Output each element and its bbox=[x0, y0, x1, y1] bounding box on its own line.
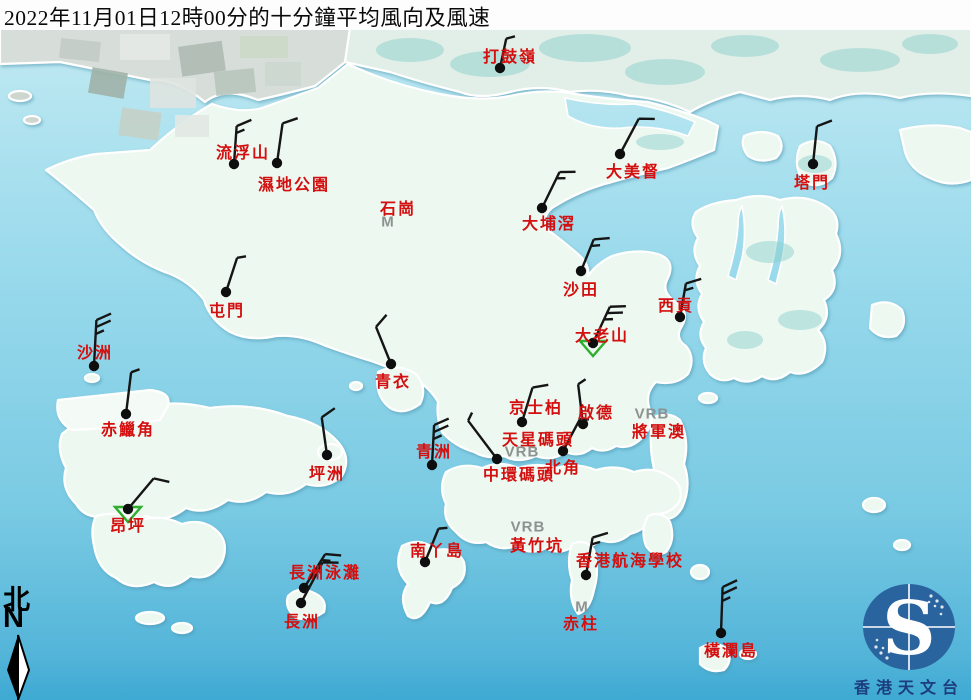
compass-needle-icon bbox=[4, 634, 32, 700]
svg-text:S: S bbox=[882, 586, 935, 672]
station-label-ta-kwu-ling: 打鼓嶺 bbox=[483, 43, 537, 67]
station-label-wong-chuk-hang: 黃竹坑 bbox=[510, 532, 564, 556]
station-label-tsing-yi: 青衣 bbox=[375, 368, 411, 392]
wind-barb-tuen-mun bbox=[221, 256, 246, 297]
map-title: 2022年11月01日12時00分的十分鐘平均風向及風速 bbox=[4, 1, 490, 32]
station-label-waglan-island: 橫瀾島 bbox=[704, 637, 758, 661]
station-label-wetland-park: 濕地公園 bbox=[258, 171, 330, 195]
station-label-hk-sea-school: 香港航海學校 bbox=[576, 547, 684, 571]
station-label-sha-tin: 沙田 bbox=[563, 276, 599, 300]
station-label-tseung-kwan-o: 將軍澳 bbox=[632, 418, 686, 442]
wind-barb-tai-po-kau bbox=[537, 172, 576, 213]
title-bar: 2022年11月01日12時00分的十分鐘平均風向及風速 bbox=[0, 0, 971, 30]
station-dot bbox=[272, 158, 282, 168]
station-dot bbox=[576, 266, 586, 276]
hko-logo-name-zh: 香港天文台 bbox=[848, 674, 970, 698]
station-label-kings-park: 京士柏 bbox=[509, 394, 563, 418]
station-label-tuen-mun: 屯門 bbox=[209, 297, 245, 321]
wind-barb-tsing-yi bbox=[376, 315, 396, 369]
station-label-cheung-chau: 長洲 bbox=[284, 608, 320, 632]
station-label-tai-po-kau: 大埔滘 bbox=[522, 210, 576, 234]
wind-barb-central-pier bbox=[468, 413, 502, 465]
wind-map: 2022年11月01日12時00分的十分鐘平均風向及風速 打鼓嶺流浮山濕地公園石… bbox=[0, 0, 971, 700]
station-label-cheung-chau-beach: 長洲泳灘 bbox=[289, 559, 361, 583]
station-label-kai-tak: 啟德 bbox=[578, 399, 614, 423]
wind-barb-sha-tin bbox=[576, 238, 610, 276]
station-dot bbox=[808, 159, 818, 169]
station-label-star-ferry-pier: 天星碼頭 bbox=[502, 426, 574, 450]
station-label-ngong-ping: 昂坪 bbox=[110, 512, 146, 536]
hko-logo-icon: S bbox=[861, 582, 957, 672]
station-dot bbox=[581, 570, 591, 580]
wind-barb-waglan-island bbox=[716, 580, 737, 638]
station-label-north-point: 北角 bbox=[545, 454, 581, 478]
compass-north-letter: N bbox=[3, 602, 24, 635]
station-label-shek-kong: 石崗 bbox=[380, 195, 416, 219]
station-label-lamma-island: 南丫島 bbox=[410, 537, 464, 561]
wind-barb-tai-mei-tuk bbox=[615, 119, 655, 160]
hko-logo: S 香港天文台 HONG KONG OBSERVATORY bbox=[848, 582, 970, 700]
station-label-tai-mei-tuk: 大美督 bbox=[606, 158, 660, 182]
station-dot bbox=[221, 287, 231, 297]
station-label-sai-kung: 西貢 bbox=[658, 292, 694, 316]
station-label-lau-fau-shan: 流浮山 bbox=[216, 139, 270, 163]
station-label-tates-cairn: 大老山 bbox=[575, 322, 629, 346]
station-dot bbox=[322, 450, 332, 460]
wind-barb-chek-lap-kok bbox=[121, 369, 140, 419]
station-dot bbox=[296, 598, 306, 608]
station-label-chek-lap-kok: 赤鱲角 bbox=[101, 416, 155, 440]
station-label-tap-mun: 塔門 bbox=[794, 169, 830, 193]
station-label-sha-chau: 沙洲 bbox=[77, 339, 113, 363]
wind-barb-peng-chau bbox=[322, 408, 335, 460]
station-label-peng-chau: 坪洲 bbox=[309, 460, 345, 484]
station-label-stanley: 赤柱 bbox=[563, 610, 599, 634]
station-symbols bbox=[0, 0, 971, 700]
wind-barb-wetland-park bbox=[272, 118, 298, 168]
wind-barb-tap-mun bbox=[808, 120, 832, 169]
station-label-green-island: 青洲 bbox=[416, 438, 452, 462]
